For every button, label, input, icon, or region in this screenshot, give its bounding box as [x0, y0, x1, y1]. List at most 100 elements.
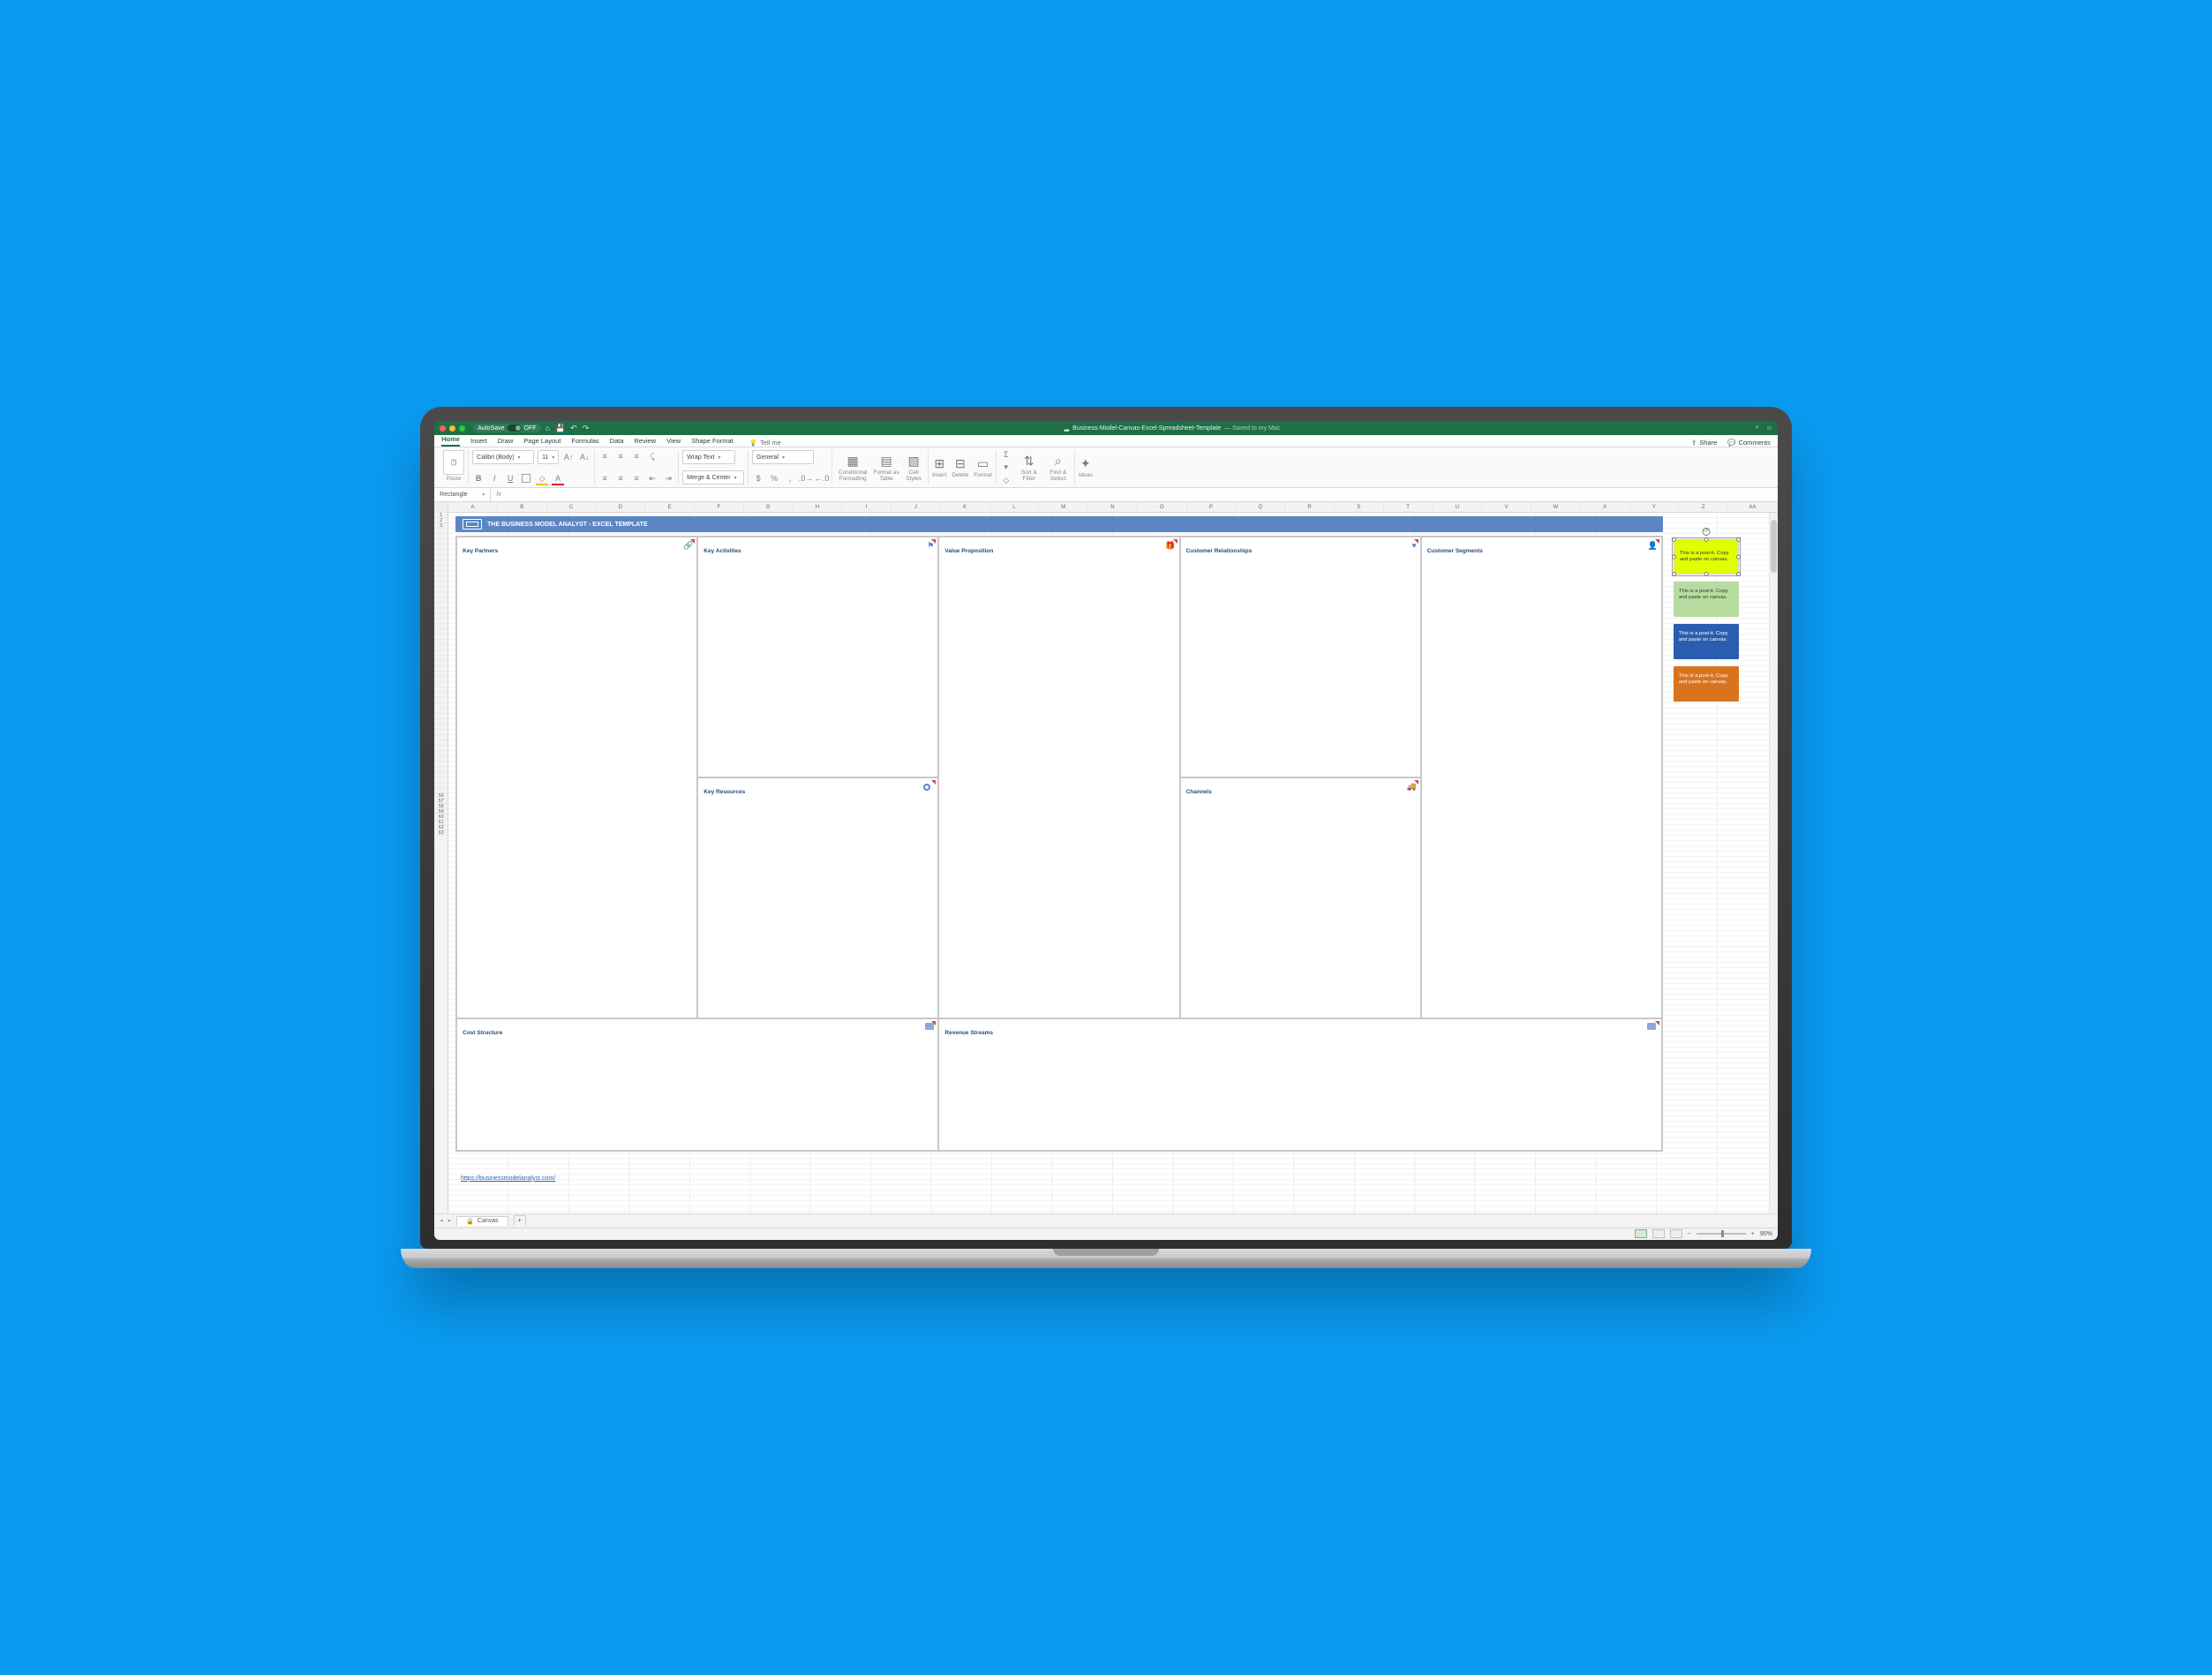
align-right-icon[interactable]: ≡ [630, 472, 643, 484]
col-header[interactable]: T [1384, 502, 1433, 512]
scrollbar-thumb[interactable] [1771, 520, 1777, 573]
col-header[interactable]: I [842, 502, 892, 512]
view-normal-icon[interactable] [1635, 1229, 1647, 1238]
rotate-handle-icon[interactable] [1702, 528, 1710, 536]
maximize-icon[interactable] [459, 425, 465, 432]
dec-decimal-icon[interactable]: ←.0 [816, 472, 828, 484]
conditional-formatting-icon[interactable]: ▦ [847, 454, 859, 469]
row-header[interactable]: 63 [434, 830, 448, 836]
align-top-icon[interactable]: ≡ [598, 450, 611, 462]
canvas-key-activities[interactable]: Key Activities ⚑ [697, 537, 938, 777]
border-button[interactable] [520, 472, 532, 484]
bold-button[interactable]: B [472, 472, 485, 484]
select-all-corner[interactable] [434, 502, 448, 513]
canvas-customer-relationships[interactable]: Customer Relationships ♥ [1180, 537, 1421, 777]
sheet-nav-next-icon[interactable]: ▸ [448, 1217, 452, 1224]
zoom-out-icon[interactable]: − [1688, 1231, 1691, 1237]
tell-me[interactable]: 💡 Tell me [749, 439, 781, 447]
indent-inc-icon[interactable]: ⇥ [662, 472, 674, 484]
close-icon[interactable] [440, 425, 446, 432]
col-header[interactable]: K [941, 502, 990, 512]
tab-view[interactable]: View [666, 437, 681, 447]
col-header[interactable]: A [448, 502, 498, 512]
cell-styles-icon[interactable]: ▧ [908, 454, 920, 469]
col-header[interactable]: V [1482, 502, 1531, 512]
canvas-customer-segments[interactable]: Customer Segments 👤 [1421, 537, 1662, 1018]
fill-icon[interactable]: ▾ [1000, 462, 1012, 474]
clear-icon[interactable]: ◇ [1000, 475, 1012, 487]
col-header[interactable]: U [1433, 502, 1482, 512]
sheet-tab-canvas[interactable]: 🔒 Canvas [456, 1216, 508, 1226]
canvas-value-proposition[interactable]: Value Proposition 🎁 [938, 537, 1179, 1018]
ideas-icon[interactable]: ✦ [1080, 456, 1091, 471]
vertical-scrollbar[interactable] [1769, 513, 1778, 1213]
col-header[interactable]: O [1138, 502, 1187, 512]
share-button[interactable]: ⇪ Share [1691, 439, 1717, 447]
postit-yellow[interactable]: This is a post-it. Copy and paste on can… [1674, 539, 1739, 575]
zoom-value[interactable]: 90% [1760, 1231, 1772, 1237]
wrap-text-button[interactable]: Wrap Text [682, 450, 735, 464]
name-box[interactable]: Rectangle ▾ [434, 488, 491, 501]
font-name-select[interactable]: Calibri (Body) [472, 450, 534, 464]
cell-grid[interactable]: THE BUSINESS MODEL ANALYST - EXCEL TEMPL… [448, 513, 1778, 1213]
sort-filter-icon[interactable]: ⇅ [1024, 454, 1035, 469]
col-header[interactable]: F [695, 502, 744, 512]
italic-button[interactable]: I [488, 472, 500, 484]
column-headers[interactable]: ABCDEFGHIJKLMNOPQRSTUVWXYZAA [448, 502, 1778, 513]
currency-icon[interactable]: $ [752, 472, 764, 484]
view-page-break-icon[interactable] [1670, 1229, 1682, 1238]
col-header[interactable]: X [1581, 502, 1630, 512]
col-header[interactable]: S [1335, 502, 1384, 512]
col-header[interactable]: H [794, 502, 843, 512]
underline-button[interactable]: U [504, 472, 516, 484]
account-icon[interactable]: ☺ [1766, 425, 1772, 432]
postit-orange[interactable]: This is a post-it. Copy and paste on can… [1674, 666, 1739, 702]
col-header[interactable]: P [1187, 502, 1237, 512]
save-icon[interactable]: 💾 [555, 424, 565, 432]
row-headers[interactable]: 1235657585960616263 [434, 502, 448, 1213]
tab-insert[interactable]: Insert [470, 437, 487, 447]
font-size-select[interactable]: 11 [538, 450, 559, 464]
autosum-icon[interactable]: Σ [1000, 448, 1012, 461]
tab-formulas[interactable]: Formulas [571, 437, 598, 447]
orientation-icon[interactable]: ⤹ [646, 450, 658, 462]
decrease-font-icon[interactable]: A↓ [578, 451, 591, 463]
col-header[interactable]: E [645, 502, 695, 512]
fx-label[interactable]: fx [491, 492, 507, 498]
canvas-key-resources[interactable]: Key Resources [697, 777, 938, 1018]
col-header[interactable]: N [1088, 502, 1138, 512]
postit-green[interactable]: This is a post-it. Copy and paste on can… [1674, 582, 1739, 617]
tab-data[interactable]: Data [610, 437, 624, 447]
align-middle-icon[interactable]: ≡ [614, 450, 627, 462]
postit-blue[interactable]: This is a post-it. Copy and paste on can… [1674, 624, 1739, 659]
find-select-icon[interactable]: ⌕ [1055, 454, 1062, 469]
delete-cells-icon[interactable]: ⊟ [955, 456, 966, 471]
add-sheet-button[interactable]: + [514, 1215, 526, 1226]
number-format-select[interactable]: General [752, 450, 814, 464]
canvas-key-partners[interactable]: Key Partners 🔗 [456, 537, 697, 1018]
indent-dec-icon[interactable]: ⇤ [646, 472, 658, 484]
tab-page-layout[interactable]: Page Layout [523, 437, 561, 447]
tab-review[interactable]: Review [635, 437, 657, 447]
col-header[interactable]: Y [1630, 502, 1680, 512]
format-cells-icon[interactable]: ▭ [977, 456, 989, 471]
canvas-cost-structure[interactable]: Cost Structure [456, 1018, 938, 1151]
zoom-slider[interactable] [1697, 1233, 1746, 1235]
autosave-toggle[interactable]: AutoSave OFF [473, 424, 540, 432]
comma-icon[interactable]: , [784, 472, 796, 484]
view-page-layout-icon[interactable] [1652, 1229, 1665, 1238]
col-header[interactable]: J [892, 502, 941, 512]
redo-icon[interactable]: ↷ [583, 424, 590, 432]
tab-home[interactable]: Home [441, 435, 460, 447]
tab-draw[interactable]: Draw [498, 437, 514, 447]
sheet-nav-prev-icon[interactable]: ◂ [440, 1217, 443, 1224]
col-header[interactable]: B [498, 502, 547, 512]
format-as-table-icon[interactable]: ▤ [881, 454, 892, 469]
col-header[interactable]: Q [1236, 502, 1285, 512]
col-header[interactable]: L [990, 502, 1040, 512]
window-controls[interactable] [440, 425, 465, 432]
comments-button[interactable]: 💬 Comments [1727, 439, 1771, 447]
align-center-icon[interactable]: ≡ [614, 472, 627, 484]
align-bottom-icon[interactable]: ≡ [630, 450, 643, 462]
percent-icon[interactable]: % [768, 472, 780, 484]
